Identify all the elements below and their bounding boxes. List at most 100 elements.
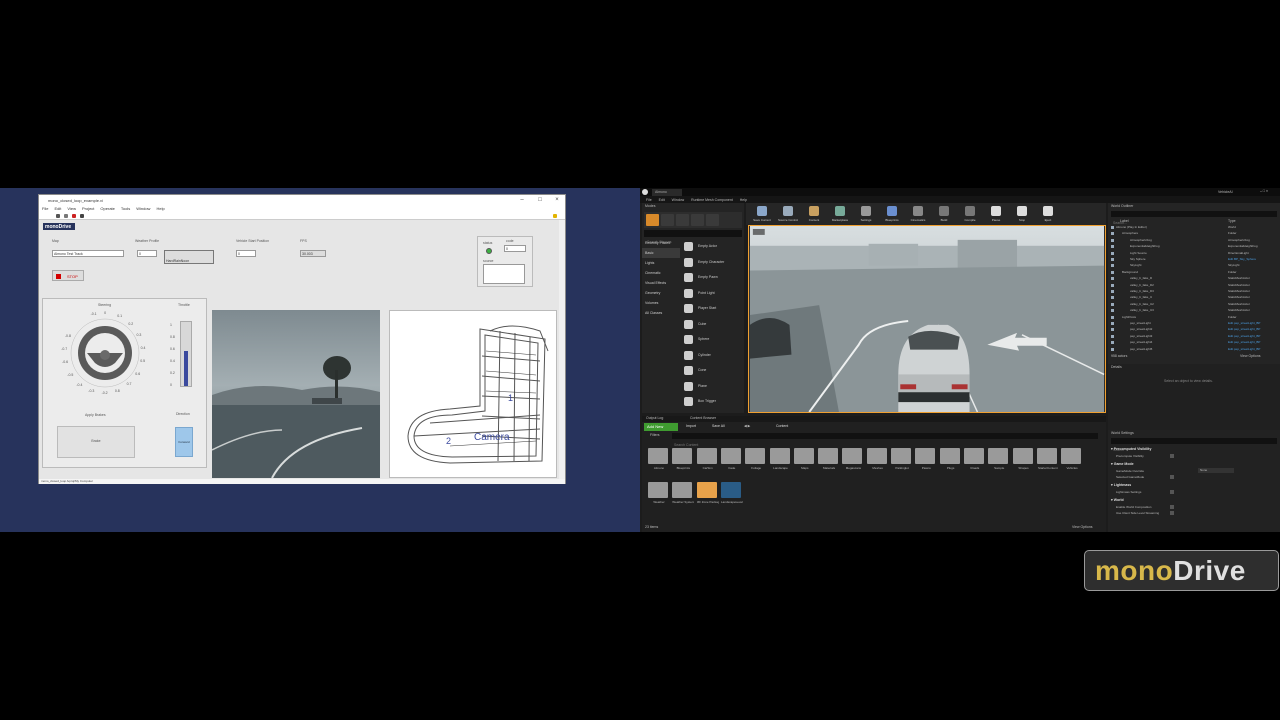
- history-nav-icon[interactable]: ◀ ▶: [744, 424, 750, 428]
- place-item[interactable]: Point Light: [682, 287, 742, 300]
- window-controls[interactable]: – □ ×: [1260, 189, 1268, 193]
- vehicle-start-position-numeric[interactable]: 0: [236, 250, 256, 257]
- outliner-row[interactable]: pep_streetLight5 Edit pep_streetLight_BP: [1108, 347, 1280, 353]
- menu-window[interactable]: Window: [136, 206, 150, 211]
- outliner-row[interactable]: pep_streetLight2 Edit pep_streetLight_BP: [1108, 327, 1280, 333]
- content-folder[interactable]: Parkinglot: [891, 448, 913, 470]
- menu-project[interactable]: Project: [82, 206, 94, 211]
- outliner-row[interactable]: valley_b_fake_D3 StaticMeshActor: [1108, 289, 1280, 295]
- place-item[interactable]: Player Start: [682, 302, 742, 315]
- add-new-button[interactable]: Add New: [644, 423, 678, 431]
- menu-help[interactable]: Help: [156, 206, 164, 211]
- visibility-eye-icon[interactable]: [1111, 251, 1114, 255]
- outliner-row[interactable]: LightPosts Folder: [1108, 315, 1280, 321]
- place-item[interactable]: Empty Actor: [682, 240, 742, 253]
- place-item[interactable]: Sphere: [682, 333, 742, 346]
- visibility-eye-icon[interactable]: [1111, 309, 1114, 313]
- settings-checkbox[interactable]: [1170, 490, 1174, 494]
- place-item[interactable]: Cube: [682, 318, 742, 331]
- ue-menu-runtime-mesh[interactable]: Runtime Mesh Component: [691, 198, 733, 202]
- place-item[interactable]: Empty Pawn: [682, 271, 742, 284]
- outliner-row[interactable]: valley_b_fake_U StaticMeshActor: [1108, 295, 1280, 301]
- toolbar-button-content[interactable]: Content: [802, 205, 826, 223]
- outliner-row-type[interactable]: Edit pep_streetLight_BP: [1228, 340, 1260, 344]
- content-view-options[interactable]: View Options: [1072, 525, 1093, 529]
- ue-menu-help[interactable]: Help: [740, 198, 747, 202]
- tab-content-browser[interactable]: Content Browser: [690, 416, 716, 420]
- content-folder[interactable]: Weather System: [672, 482, 694, 504]
- col-label-header[interactable]: Label: [1120, 219, 1129, 223]
- outliner-row[interactable]: pep_streetLight3 Edit pep_streetLight_BP: [1108, 334, 1280, 340]
- visibility-eye-icon[interactable]: [1111, 341, 1114, 345]
- content-folder[interactable]: Foliage: [745, 448, 767, 470]
- content-folder[interactable]: Landscape: [769, 448, 792, 470]
- import-button[interactable]: Import: [686, 424, 696, 428]
- search-classes-input[interactable]: Search Classes: [644, 230, 742, 244]
- category-lights[interactable]: Lights: [642, 258, 680, 268]
- steering-dial[interactable]: [63, 311, 163, 391]
- toolbar-button-source-control[interactable]: Source Control: [776, 205, 800, 223]
- content-folder[interactable]: Blueprints: [672, 448, 694, 470]
- content-folder[interactable]: Almono: [648, 448, 670, 470]
- menu-tools[interactable]: Tools: [121, 206, 130, 211]
- content-folder[interactable]: Megascans: [842, 448, 864, 470]
- weather-numeric[interactable]: 0: [137, 250, 157, 257]
- level-viewport[interactable]: [748, 225, 1106, 413]
- toolbar-button-eject[interactable]: Eject: [1036, 205, 1060, 223]
- outliner-view-options[interactable]: View Options: [1240, 354, 1261, 358]
- visibility-eye-icon[interactable]: [1111, 245, 1114, 249]
- content-asset[interactable]: LandscapeLevel: [720, 482, 743, 504]
- content-asset[interactable]: MF Zone Package: [696, 482, 719, 504]
- tab-output-log[interactable]: Output Log: [646, 416, 663, 420]
- category-geometry[interactable]: Geometry: [642, 288, 680, 298]
- level-tab[interactable]: Almono: [652, 189, 682, 196]
- throttle-slider[interactable]: [180, 321, 192, 387]
- toolbar-button-compile[interactable]: Compile: [958, 205, 982, 223]
- toolbar-button-blueprints[interactable]: Blueprints: [880, 205, 904, 223]
- content-folder[interactable]: Materials: [818, 448, 840, 470]
- settings-section-header[interactable]: ▾ World: [1111, 498, 1124, 502]
- outliner-row[interactable]: Almono (Play In Editor) World: [1108, 225, 1280, 231]
- visibility-eye-icon[interactable]: [1111, 283, 1114, 287]
- category-volumes[interactable]: Volumes: [642, 298, 680, 308]
- visibility-eye-icon[interactable]: [1111, 264, 1114, 268]
- category-all-classes[interactable]: All Classes: [642, 308, 680, 318]
- pause-icon[interactable]: [80, 214, 84, 218]
- settings-checkbox[interactable]: [1170, 475, 1174, 479]
- foliage-mode-icon[interactable]: [691, 214, 704, 226]
- place-mode-icon[interactable]: [646, 214, 659, 226]
- outliner-row[interactable]: valley_b_fake_D2 StaticMeshActor: [1108, 283, 1280, 289]
- outliner-row-type[interactable]: Edit pep_streetLight_BP: [1228, 347, 1260, 351]
- abort-icon[interactable]: [72, 214, 76, 218]
- content-path[interactable]: Content: [776, 424, 788, 428]
- settings-section-header[interactable]: ▾ Lightmass: [1111, 483, 1131, 487]
- run-continuously-icon[interactable]: [64, 214, 68, 218]
- ue-menu-window[interactable]: Window: [672, 198, 684, 202]
- maximize-button[interactable]: □: [533, 196, 547, 204]
- category-visual-effects[interactable]: Visual Effects: [642, 278, 680, 288]
- visibility-eye-icon[interactable]: [1111, 277, 1114, 281]
- content-folder[interactable]: StarterContent: [1036, 448, 1059, 470]
- toolbar-button-build[interactable]: Build: [932, 205, 956, 223]
- visibility-eye-icon[interactable]: [1111, 232, 1114, 236]
- outliner-search-input[interactable]: Search...: [1111, 211, 1277, 225]
- toolbar-button-stop[interactable]: Stop: [1010, 205, 1034, 223]
- visibility-eye-icon[interactable]: [1111, 296, 1114, 300]
- content-folder[interactable]: Fade: [720, 448, 743, 470]
- place-item[interactable]: Cone: [682, 364, 742, 377]
- visibility-eye-icon[interactable]: [1111, 226, 1114, 229]
- outliner-row[interactable]: ExponentialHeightFog ExponentialHeightFog: [1108, 244, 1280, 250]
- stop-button[interactable]: STOP: [52, 270, 84, 281]
- outliner-row-type[interactable]: Edit pep_streetLight_BP: [1228, 334, 1260, 338]
- content-search-input[interactable]: Search Content: [672, 433, 1098, 447]
- landscape-mode-icon[interactable]: [676, 214, 689, 226]
- outliner-row[interactable]: Background Folder: [1108, 270, 1280, 276]
- place-item[interactable]: Empty Character: [682, 256, 742, 269]
- brake-button[interactable]: Brake: [57, 426, 135, 458]
- save-all-button[interactable]: Save All: [712, 424, 725, 428]
- run-arrow-icon[interactable]: [56, 214, 60, 218]
- visibility-eye-icon[interactable]: [1111, 258, 1114, 261]
- outliner-row[interactable]: valley_b_fake_U3 StaticMeshActor: [1108, 308, 1280, 314]
- settings-section-header[interactable]: ▾ Game Mode: [1111, 462, 1134, 466]
- paint-mode-icon[interactable]: [661, 214, 674, 226]
